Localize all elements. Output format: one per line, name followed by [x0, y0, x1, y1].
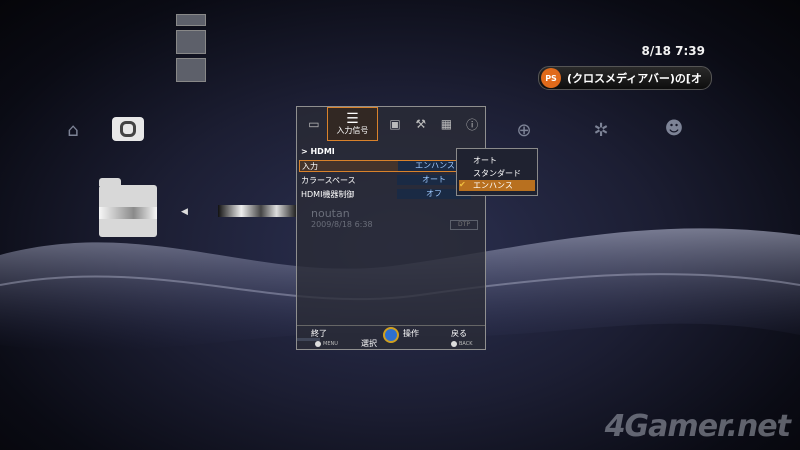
- screen-icon: ▣: [389, 117, 401, 131]
- tab-input-signal[interactable]: ☰ 入力信号: [326, 107, 379, 141]
- wrench-icon: ⚒: [415, 117, 427, 131]
- back-button-hint: BACK: [451, 341, 473, 347]
- tab-label: 入力信号: [336, 126, 369, 135]
- setting-row-input[interactable]: 入力 エンハンス: [299, 160, 473, 172]
- ghost-badge: DTP: [450, 220, 478, 230]
- playstation-icon: PS: [541, 68, 561, 88]
- input-dropdown: オート スタンダード エンハンス ✔: [456, 148, 538, 196]
- dropdown-option-standard[interactable]: スタンダード: [459, 168, 535, 179]
- dropdown-option-enhance[interactable]: エンハンス: [459, 180, 535, 191]
- photo-icon[interactable]: [112, 117, 144, 141]
- folder-icon[interactable]: [99, 178, 157, 237]
- setting-label: 入力: [302, 161, 318, 171]
- exit-label: 終了: [311, 329, 327, 338]
- item-title-bar: [218, 205, 296, 217]
- clock: 8/18 7:39: [641, 44, 705, 58]
- ghost-item-title: noutan: [311, 207, 350, 220]
- setting-row-hdmi-control[interactable]: HDMI機器制御 オフ: [299, 188, 473, 200]
- thumbnail: [176, 58, 206, 82]
- watermark-logo: 4Gamer.net: [604, 409, 791, 444]
- menu-button-icon: [315, 341, 321, 347]
- friends-icon[interactable]: ☻: [661, 118, 687, 139]
- menu-footer: 終了 MENU 選択 操作 戻る BACK: [297, 325, 485, 350]
- section-title: > HDMI: [301, 147, 335, 156]
- menu-tabs: ▭ ☰ 入力信号 ▣ ⚒ ▦ ⓘ: [297, 107, 485, 141]
- ghost-item-date: 2009/8/18 6:38: [311, 220, 373, 229]
- setting-row-colorspace[interactable]: カラースペース オート: [299, 174, 473, 186]
- operate-label: 操作: [403, 329, 419, 338]
- playstation-network-icon[interactable]: ✲: [588, 120, 614, 141]
- options-menu: ▭ ☰ 入力信号 ▣ ⚒ ▦ ⓘ > HDMI 入力 エンハンス カラースペース…: [296, 106, 486, 350]
- picture-icon: ▭: [308, 117, 320, 131]
- info-icon: ⓘ: [466, 117, 479, 132]
- notification-bar: PS (クロスメディアバー)の[オ: [538, 66, 712, 90]
- select-label: 選択: [361, 339, 377, 348]
- arrow-left-icon: ◀: [181, 207, 188, 217]
- setting-label: HDMI機器制御: [301, 189, 355, 199]
- thumbnail: [176, 30, 206, 54]
- checkmark-icon: ✔: [459, 180, 466, 189]
- tab-info[interactable]: ⓘ: [459, 111, 485, 137]
- keyboard-icon: ▦: [440, 117, 453, 131]
- thumbnail: [176, 14, 206, 26]
- notification-text: (クロスメディアバー)の[オ: [567, 72, 702, 85]
- tab-function[interactable]: ▦: [434, 111, 460, 137]
- setting-label: カラースペース: [301, 175, 356, 185]
- back-label: 戻る: [451, 329, 467, 338]
- tab-picture[interactable]: ▭: [301, 111, 327, 137]
- back-button-icon: [451, 341, 457, 347]
- xmb-screen: ⌂ ⊕ ✲ ☻ ◀ 8/18 7:39 PS (クロスメディアバー)の[オ ▭ …: [0, 0, 800, 450]
- tab-setup[interactable]: ⚒: [408, 111, 434, 137]
- input-signal-icon: ☰: [346, 111, 359, 127]
- network-icon[interactable]: ⊕: [511, 120, 537, 141]
- menu-button-hint: MENU: [315, 341, 338, 347]
- users-icon[interactable]: ⌂: [60, 120, 86, 141]
- dropdown-option-auto[interactable]: オート: [459, 155, 535, 166]
- dpad-icon: [383, 327, 399, 343]
- tab-screen[interactable]: ▣: [382, 111, 408, 137]
